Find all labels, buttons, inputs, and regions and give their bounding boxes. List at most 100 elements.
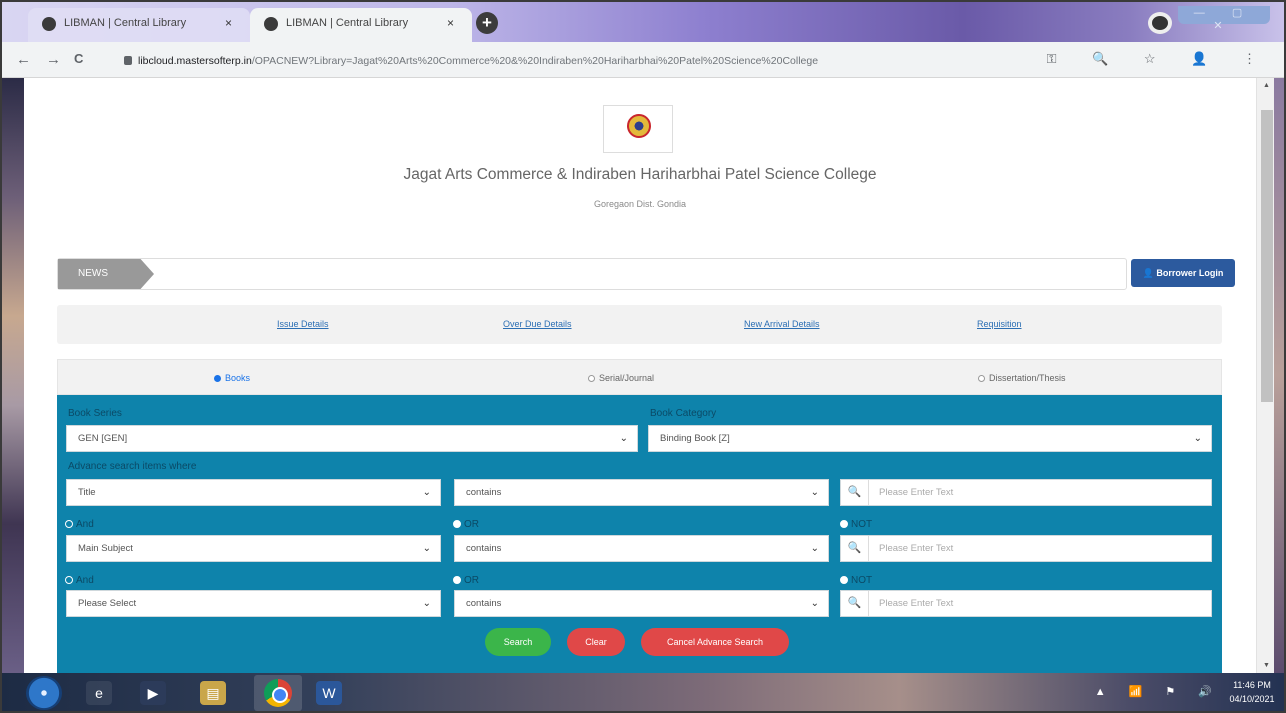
logic-and-1[interactable]: And: [65, 519, 94, 530]
search-text-input-2[interactable]: 🔍 Please Enter Text: [840, 535, 1212, 562]
radio-dissertation-thesis[interactable]: Dissertation/Thesis: [978, 373, 1066, 383]
chevron-down-icon: ⌄: [422, 543, 431, 554]
input-placeholder: Please Enter Text: [879, 543, 954, 554]
chrome-taskbar-button[interactable]: [254, 675, 302, 711]
user-icon: 👤: [1142, 268, 1157, 278]
address-bar-row: ← → C libcloud.mastersofterp.in/OPACNEW?…: [2, 42, 1284, 78]
lock-icon: [124, 56, 132, 65]
radio-dot-icon: [65, 520, 73, 528]
radio-dot-icon: [214, 375, 221, 382]
link-issue-details[interactable]: Issue Details: [277, 319, 329, 329]
profile-avatar-icon[interactable]: [1148, 12, 1172, 34]
college-name: Jagat Arts Commerce & Indiraben Hariharb…: [403, 166, 877, 183]
internet-explorer-icon[interactable]: e: [86, 681, 112, 705]
book-category-select[interactable]: Binding Book [Z] ⌄: [648, 425, 1212, 452]
chevron-down-icon: ⌄: [619, 433, 628, 444]
book-series-select[interactable]: GEN [GEN] ⌄: [66, 425, 638, 452]
scroll-up-icon[interactable]: ▲: [1263, 82, 1270, 89]
radio-label: NOT: [851, 575, 873, 586]
radio-dot-icon: [65, 576, 73, 584]
taskbar-clock[interactable]: 11:46 PM 04/10/2021: [1228, 678, 1276, 706]
media-player-icon[interactable]: ▶: [140, 681, 166, 705]
clock-time: 11:46 PM: [1233, 680, 1271, 690]
desktop-wallpaper-left: [2, 78, 24, 673]
window-buttons[interactable]: — ▢ ✕: [1178, 6, 1270, 32]
select-value: Main Subject: [78, 543, 133, 554]
radio-serial-journal[interactable]: Serial/Journal: [588, 373, 654, 383]
desktop-wallpaper-right: [1274, 78, 1284, 673]
operator-select-2[interactable]: contains ⌄: [454, 535, 829, 562]
cancel-advance-search-button[interactable]: Cancel Advance Search: [641, 628, 789, 656]
radio-label: OR: [464, 519, 479, 530]
system-tray-icons[interactable]: ▲ 📶 ⚑ 🔊: [1095, 685, 1222, 698]
link-over-due-details[interactable]: Over Due Details: [503, 319, 572, 329]
browser-tab-strip: LIBMAN | Central Library × LIBMAN | Cent…: [2, 2, 1284, 42]
forward-icon[interactable]: →: [46, 51, 61, 68]
field-select-1[interactable]: Title ⌄: [66, 479, 441, 506]
scrollbar-thumb[interactable]: [1261, 110, 1273, 402]
tab-title: LIBMAN | Central Library: [286, 17, 409, 29]
radio-dot-icon: [453, 576, 461, 584]
borrower-login-label: Borrower Login: [1156, 268, 1224, 278]
logic-not-1[interactable]: NOT: [840, 519, 872, 530]
select-value: Please Select: [78, 598, 137, 609]
screen-frame: LIBMAN | Central Library × LIBMAN | Cent…: [0, 0, 1286, 713]
close-tab-icon[interactable]: ×: [225, 8, 232, 38]
scroll-down-icon[interactable]: ▼: [1263, 662, 1270, 669]
radio-label: And: [76, 575, 94, 586]
news-ticker: NEWS: [57, 258, 1127, 290]
operator-select-1[interactable]: contains ⌄: [454, 479, 829, 506]
radio-books[interactable]: Books: [214, 373, 250, 383]
logic-or-2[interactable]: OR: [453, 575, 479, 586]
logic-and-2[interactable]: And: [65, 575, 94, 586]
operator-select-3[interactable]: contains ⌄: [454, 590, 829, 617]
browser-tab-inactive[interactable]: LIBMAN | Central Library ×: [28, 8, 250, 42]
search-text-input-1[interactable]: 🔍 Please Enter Text: [840, 479, 1212, 506]
chevron-down-icon: ⌄: [810, 543, 819, 554]
search-icon: 🔍: [841, 536, 869, 561]
search-button[interactable]: Search: [485, 628, 551, 656]
input-placeholder: Please Enter Text: [879, 598, 954, 609]
reload-icon[interactable]: C: [74, 51, 83, 66]
field-select-2[interactable]: Main Subject ⌄: [66, 535, 441, 562]
field-select-3[interactable]: Please Select ⌄: [66, 590, 441, 617]
back-icon[interactable]: ←: [16, 51, 31, 68]
chevron-down-icon: ⌄: [422, 487, 431, 498]
chrome-icon: [264, 679, 292, 707]
omnibox-icons[interactable]: ⚿ 🔍 ☆ 👤 ⋮: [1047, 51, 1272, 67]
clear-button[interactable]: Clear: [567, 628, 625, 656]
input-placeholder: Please Enter Text: [879, 487, 954, 498]
logic-or-1[interactable]: OR: [453, 519, 479, 530]
url-host: libcloud.mastersofterp.in: [138, 55, 252, 67]
file-explorer-icon[interactable]: ▤: [200, 681, 226, 705]
select-value: contains: [466, 487, 502, 498]
new-tab-button[interactable]: +: [476, 12, 498, 34]
radio-label: Serial/Journal: [599, 373, 655, 383]
close-tab-icon[interactable]: ×: [447, 8, 454, 38]
logic-not-2[interactable]: NOT: [840, 575, 872, 586]
link-requisition[interactable]: Requisition: [977, 319, 1022, 329]
select-value: GEN [GEN]: [78, 433, 128, 444]
borrower-login-button[interactable]: 👤 Borrower Login: [1131, 259, 1235, 287]
favicon-icon: [42, 17, 56, 31]
quick-links-bar: Issue Details Over Due Details New Arriv…: [57, 305, 1222, 344]
browser-tab-active[interactable]: LIBMAN | Central Library ×: [250, 8, 472, 42]
search-icon: 🔍: [841, 591, 869, 616]
clock-date: 04/10/2021: [1229, 694, 1275, 704]
favicon-icon: [264, 17, 278, 31]
word-icon[interactable]: W: [316, 681, 342, 705]
link-new-arrival-details[interactable]: New Arrival Details: [744, 319, 820, 329]
url-path: /OPACNEW?Library=Jagat%20Arts%20Commerce…: [251, 55, 819, 67]
news-label: NEWS: [58, 259, 154, 289]
search-text-input-3[interactable]: 🔍 Please Enter Text: [840, 590, 1212, 617]
windows-taskbar: e ▶ ▤ W ▲ 📶 ⚑ 🔊 11:46 PM 04/10/2021: [2, 673, 1284, 711]
radio-label: OR: [464, 575, 479, 586]
radio-dot-icon: [840, 576, 848, 584]
start-button[interactable]: [26, 676, 62, 710]
radio-dot-icon: [978, 375, 985, 382]
radio-label: And: [76, 519, 94, 530]
material-type-selector: Books Serial/Journal Dissertation/Thesis: [57, 359, 1222, 395]
url-field[interactable]: libcloud.mastersofterp.in/OPACNEW?Librar…: [124, 51, 1114, 71]
book-series-label: Book Series: [68, 408, 122, 419]
radio-label: Dissertation/Thesis: [989, 373, 1066, 383]
